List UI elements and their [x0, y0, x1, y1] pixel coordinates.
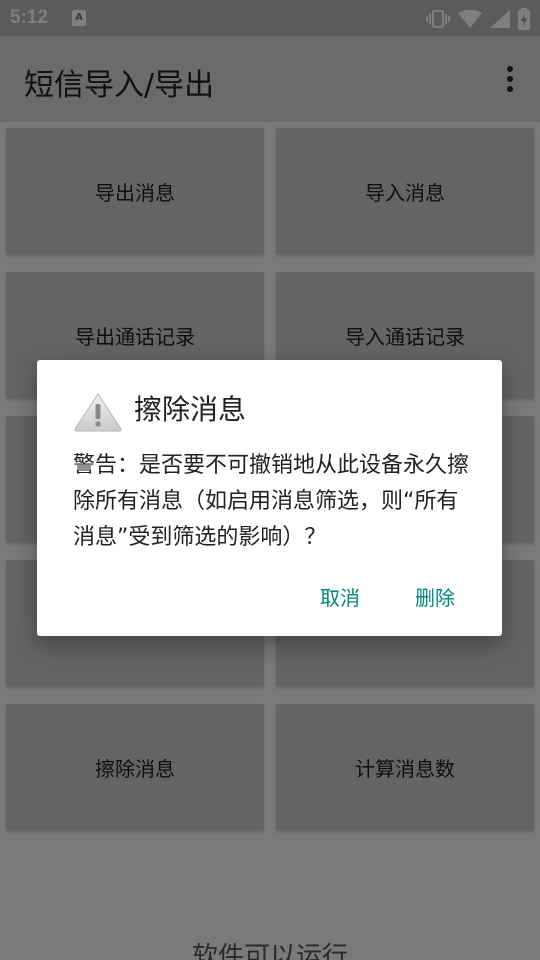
erase-confirm-dialog: 擦除消息 警告：是否要不可撤销地从此设备永久擦除所有消息（如启用消息筛选，则“所… [37, 360, 502, 636]
dialog-title: 擦除消息 [134, 393, 247, 426]
warning-icon [73, 392, 123, 432]
dialog-message: 警告：是否要不可撤销地从此设备永久擦除所有消息（如启用消息筛选，则“所有消息”受… [73, 453, 470, 550]
delete-button[interactable]: 删除 [411, 582, 459, 611]
cancel-button[interactable]: 取消 [316, 582, 364, 611]
